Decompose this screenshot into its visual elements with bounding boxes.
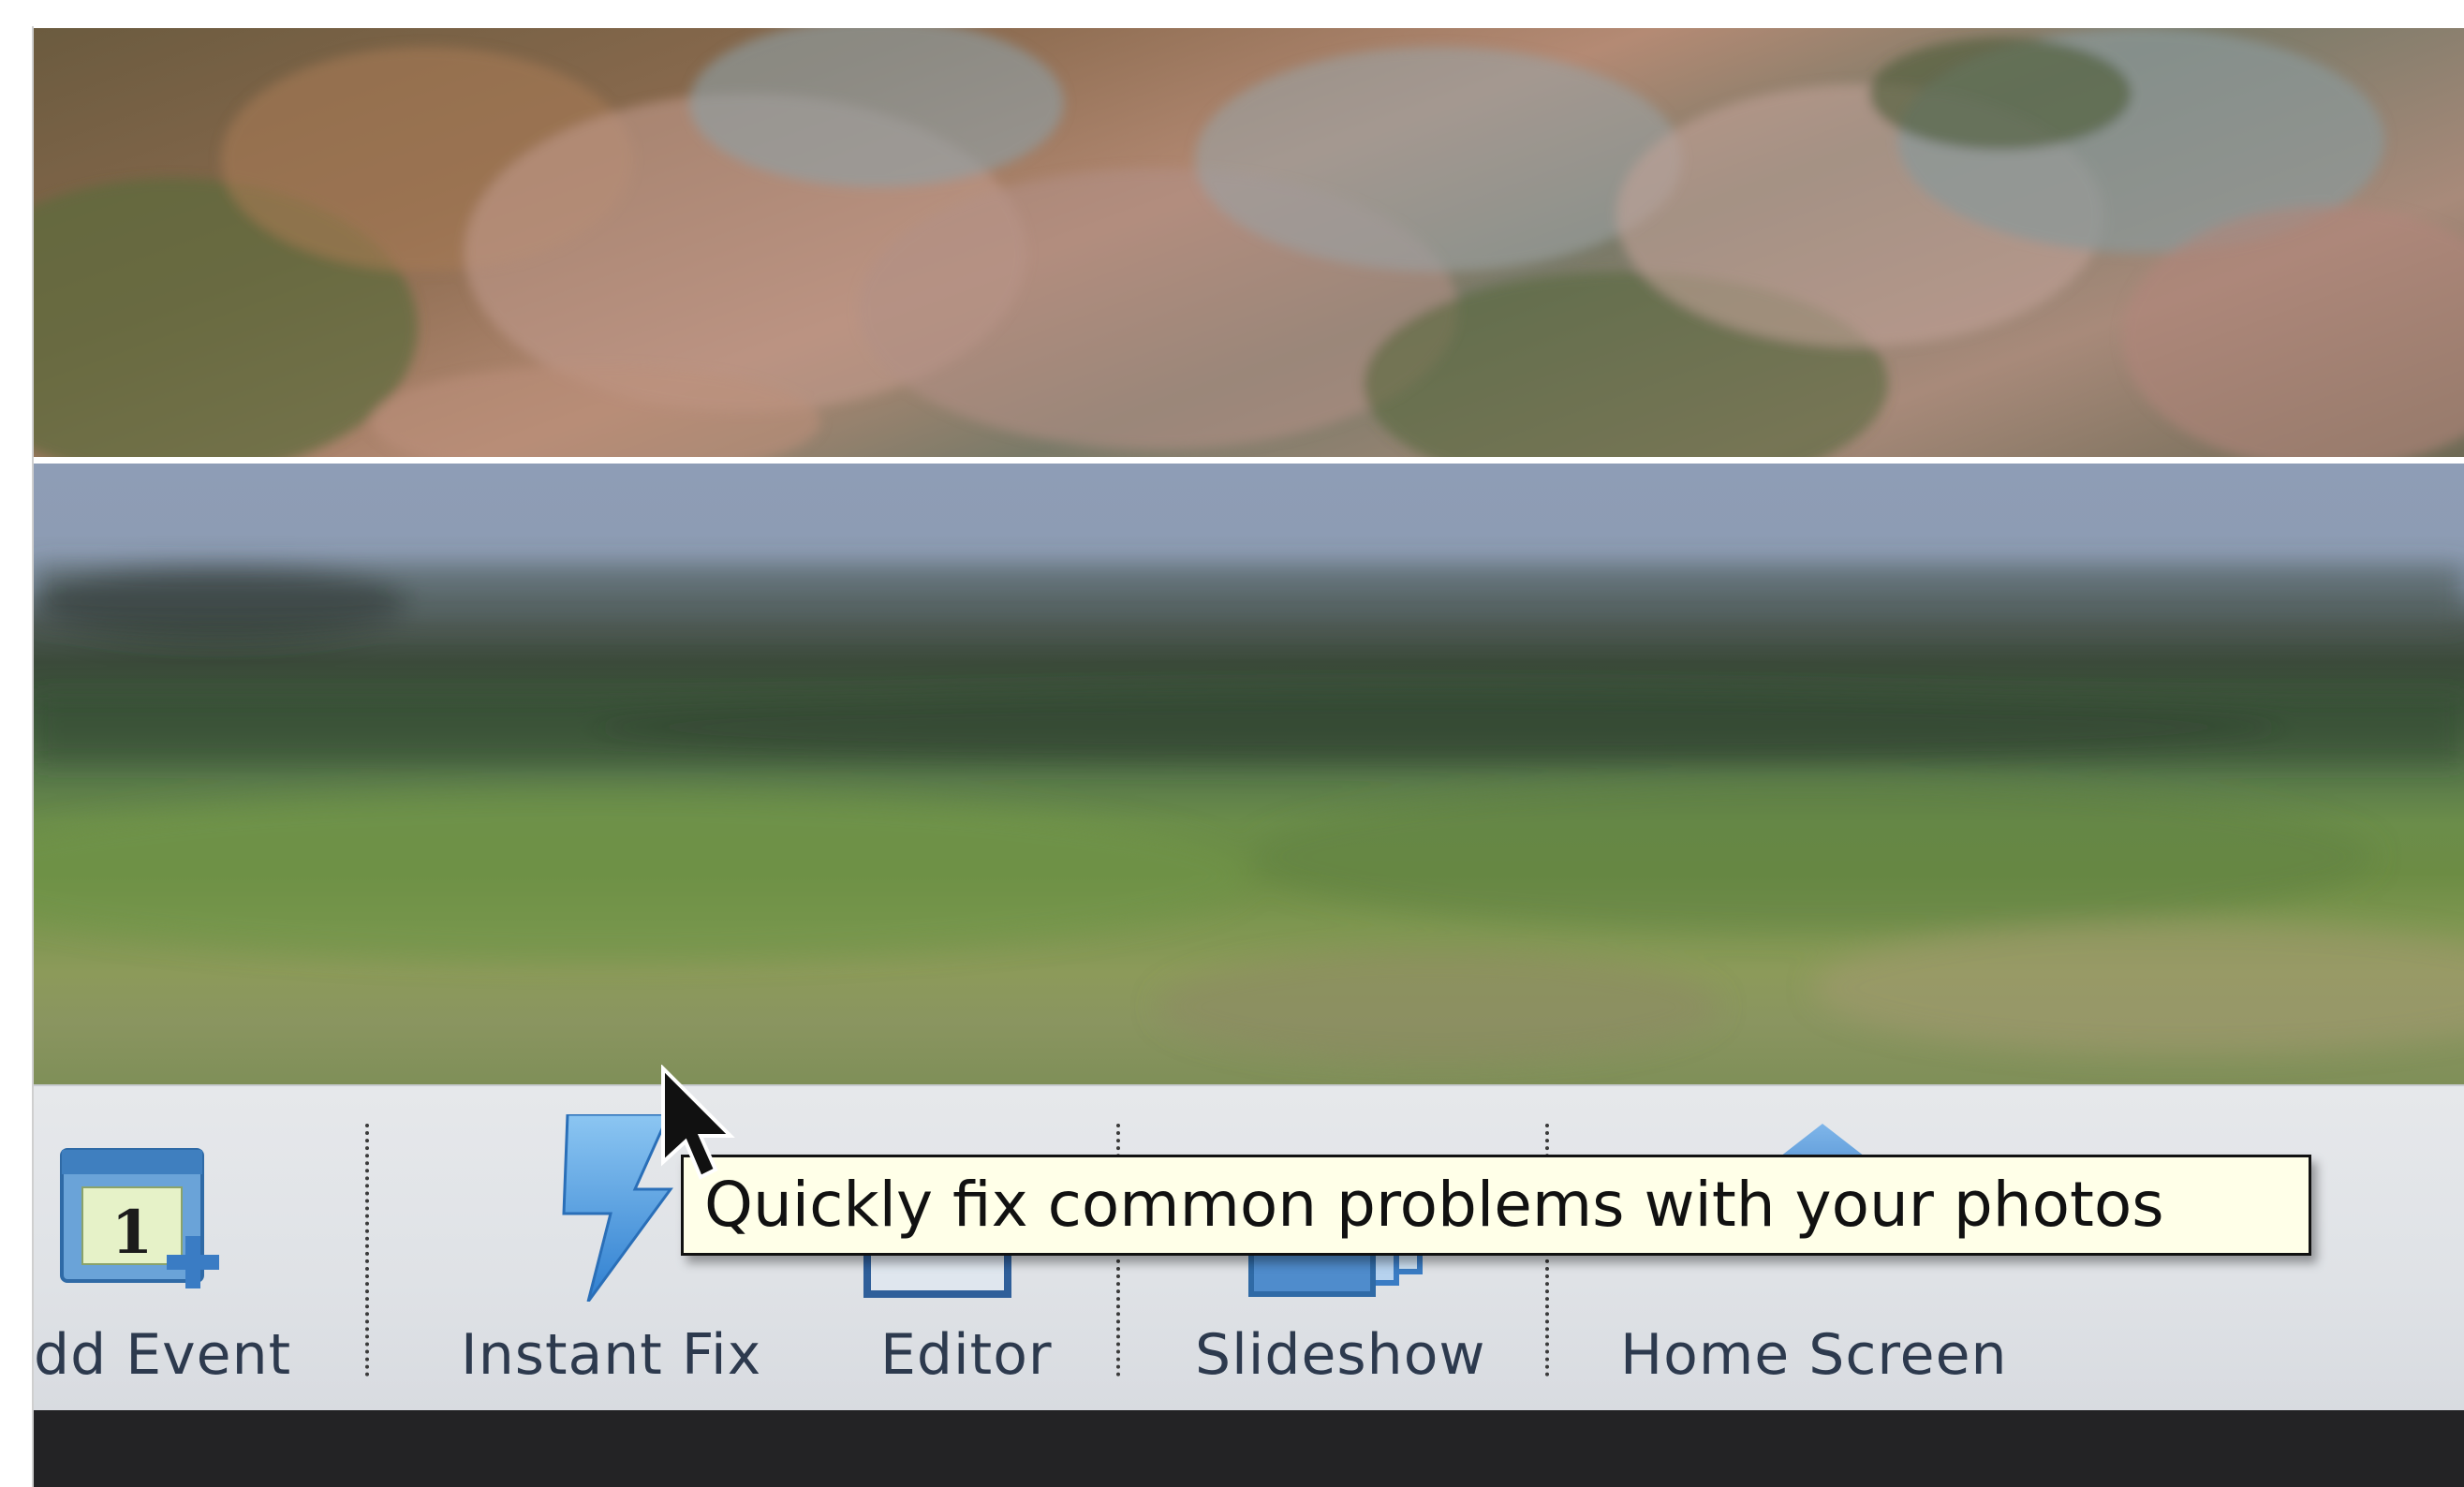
toolbar-separator — [365, 1124, 369, 1377]
photo-divider — [34, 457, 2464, 464]
add-event-button[interactable]: 1 dd Event — [34, 1086, 371, 1412]
photo-rock-hillside[interactable] — [34, 28, 2464, 457]
calendar-day-text: 1 — [111, 1198, 154, 1268]
app-window: 1 dd Event Instant Fix Editor Slideshow … — [34, 28, 2464, 1487]
slideshow-label: Slideshow — [1195, 1322, 1486, 1388]
mouse-pointer-icon — [656, 1064, 740, 1196]
instant-fix-tooltip: Quickly fix common problems with your ph… — [681, 1155, 2311, 1256]
add-event-label: dd Event — [34, 1322, 292, 1388]
instant-fix-label: Instant Fix — [461, 1322, 762, 1388]
editor-label: Editor — [880, 1322, 1053, 1388]
calendar-add-icon: 1 — [34, 1114, 371, 1302]
photo-blurred-landscape[interactable] — [34, 464, 2464, 1084]
status-bar — [34, 1410, 2464, 1487]
home-screen-label: Home Screen — [1620, 1322, 2008, 1388]
